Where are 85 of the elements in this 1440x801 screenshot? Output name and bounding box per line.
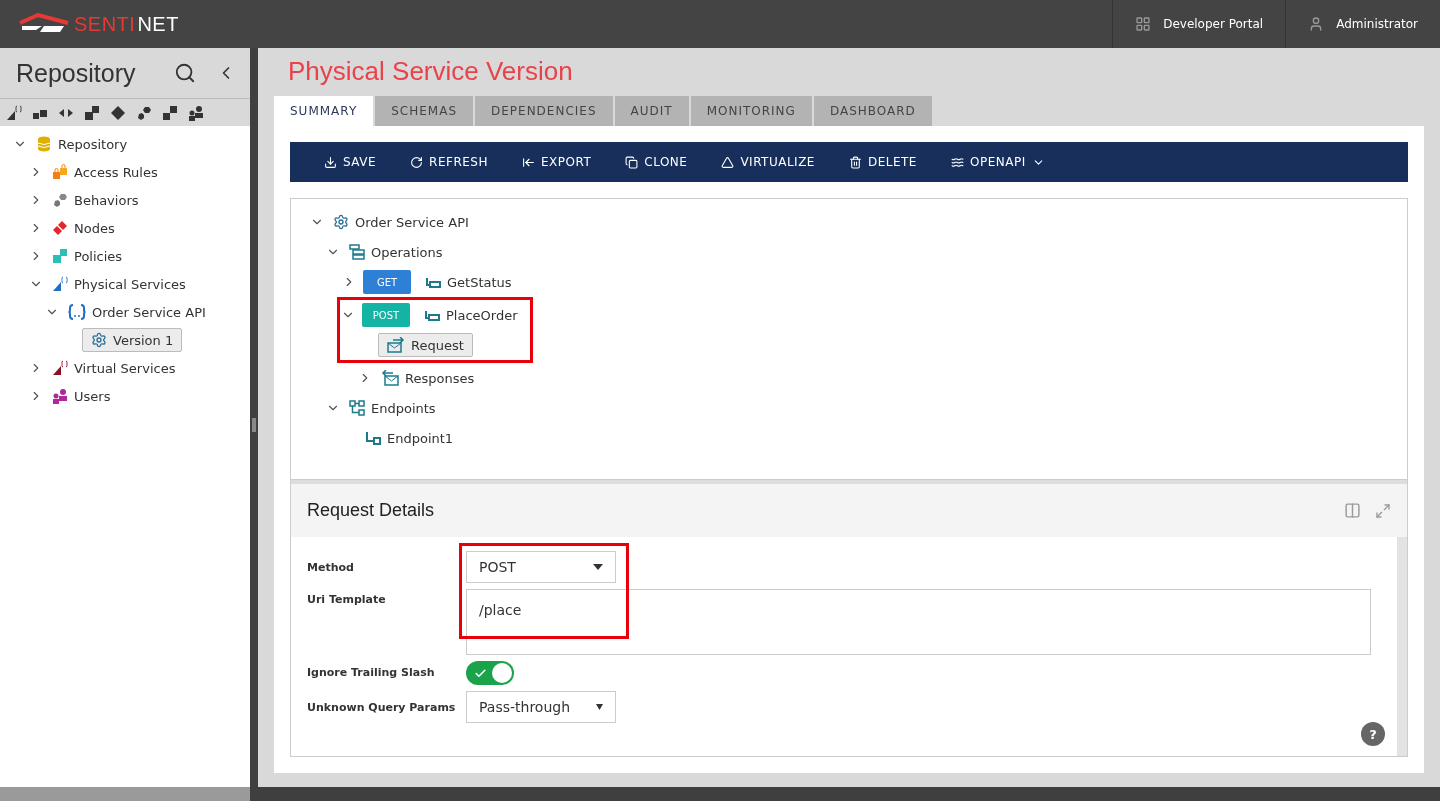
copy-icon bbox=[625, 155, 639, 169]
toolbar-button[interactable]: OPENAPI bbox=[936, 142, 1059, 182]
envelope-arrow-icon bbox=[381, 370, 399, 386]
help-button[interactable]: ? bbox=[1361, 722, 1385, 746]
sidebar-title: Repository bbox=[16, 58, 137, 88]
tree-item[interactable]: Users bbox=[50, 385, 117, 407]
logo-text: NET bbox=[137, 12, 179, 36]
trash-icon bbox=[848, 155, 862, 169]
database-icon bbox=[36, 136, 52, 152]
hierarchy-icon bbox=[349, 400, 365, 416]
tree-item[interactable]: Virtual Services bbox=[50, 357, 182, 379]
toolbar-button[interactable]: SAVE bbox=[310, 142, 391, 182]
triangle-braces-icon[interactable] bbox=[6, 104, 22, 121]
tree-item[interactable]: Physical Services bbox=[50, 273, 192, 295]
field-label: Uri Template bbox=[307, 592, 387, 606]
hexagon-icon[interactable] bbox=[136, 104, 152, 121]
tree-item[interactable]: Responses bbox=[379, 367, 481, 389]
method-badge: POST bbox=[362, 303, 410, 327]
method-dropdown[interactable]: POST bbox=[466, 551, 616, 583]
tree-item[interactable]: Nodes bbox=[50, 217, 121, 239]
tab[interactable]: AUDIT bbox=[614, 96, 689, 126]
tab[interactable]: SUMMARY bbox=[274, 96, 374, 126]
toolbar-button[interactable]: CLONE bbox=[611, 142, 702, 182]
field-label: Ignore Trailing Slash bbox=[307, 665, 436, 679]
text-area[interactable]: /place bbox=[466, 589, 1371, 655]
dropdown-value: POST bbox=[479, 559, 516, 575]
tree-item[interactable]: Endpoint1 bbox=[363, 427, 460, 449]
toolbar-button[interactable]: EXPORT bbox=[507, 142, 606, 182]
tree-item[interactable]: Access Rules bbox=[50, 161, 164, 183]
braces-icon bbox=[68, 304, 86, 320]
toolbar-button[interactable]: VIRTUALIZE bbox=[707, 142, 829, 182]
expand-icon[interactable] bbox=[1375, 502, 1391, 519]
stacked-list-icon bbox=[349, 244, 365, 260]
refresh-icon bbox=[410, 155, 424, 169]
tree-item[interactable]: Version 1 bbox=[82, 328, 183, 352]
caret-icon bbox=[593, 564, 603, 570]
waves-icon bbox=[950, 155, 964, 169]
tree-item[interactable]: Repository bbox=[34, 133, 134, 155]
triangle-braces-icon bbox=[52, 276, 68, 292]
field-label: Unknown Query Params bbox=[307, 700, 457, 714]
tree-item[interactable]: Operations bbox=[347, 241, 449, 263]
select-field[interactable]: Pass-through bbox=[466, 691, 616, 723]
diamond-icon bbox=[52, 220, 68, 236]
caret-icon bbox=[596, 704, 603, 710]
search-icon[interactable] bbox=[174, 62, 196, 84]
triangle-icon bbox=[721, 155, 735, 169]
gear-icon bbox=[333, 214, 349, 230]
tree-item[interactable]: Order Service API bbox=[66, 301, 212, 323]
tab[interactable]: SCHEMAS bbox=[375, 96, 473, 126]
triangle-braces-icon bbox=[52, 360, 68, 376]
method-badge: GET bbox=[363, 270, 411, 294]
select-value: Pass-through bbox=[479, 699, 571, 715]
endpoint-icon bbox=[365, 430, 381, 446]
details-title: Request Details bbox=[307, 500, 436, 521]
toggle-switch[interactable] bbox=[466, 661, 514, 685]
logo-text: SENTI bbox=[74, 12, 136, 36]
tree-item[interactable]: Request bbox=[378, 333, 473, 357]
tree-item[interactable]: Endpoints bbox=[347, 397, 442, 419]
toolbar-button[interactable]: DELETE bbox=[834, 142, 931, 182]
page-title: Physical Service Version bbox=[288, 56, 574, 88]
users-icon[interactable] bbox=[188, 104, 204, 121]
users-icon bbox=[52, 388, 68, 404]
tab[interactable]: DEPENDENCIES bbox=[475, 96, 613, 126]
tree-item[interactable]: Behaviors bbox=[50, 189, 145, 211]
toolbar-button[interactable]: REFRESH bbox=[396, 142, 502, 182]
tree-item[interactable]: Order Service API bbox=[331, 211, 475, 233]
tree-item[interactable]: PlaceOrder bbox=[422, 304, 524, 326]
tree-item[interactable]: GetStatus bbox=[423, 271, 518, 293]
squares-icon[interactable] bbox=[162, 104, 178, 121]
gear-icon bbox=[91, 332, 107, 348]
field-label: Method bbox=[307, 560, 355, 574]
split-view-icon[interactable] bbox=[1344, 502, 1361, 519]
hexagon-icon bbox=[52, 192, 68, 208]
envelope-arrow-icon bbox=[387, 337, 405, 353]
download-icon bbox=[324, 155, 337, 169]
squares-icon bbox=[52, 248, 68, 264]
tab[interactable]: DASHBOARD bbox=[813, 96, 932, 126]
diamond-icon[interactable] bbox=[110, 104, 126, 121]
splitter-handle[interactable] bbox=[252, 417, 256, 432]
grid-icon bbox=[1135, 16, 1152, 32]
squares-icon[interactable] bbox=[84, 104, 100, 121]
tab[interactable]: MONITORING bbox=[690, 96, 812, 126]
check-icon bbox=[474, 666, 487, 680]
arrow-bracket-icon bbox=[521, 155, 535, 169]
tree-item[interactable]: Policies bbox=[50, 245, 129, 267]
